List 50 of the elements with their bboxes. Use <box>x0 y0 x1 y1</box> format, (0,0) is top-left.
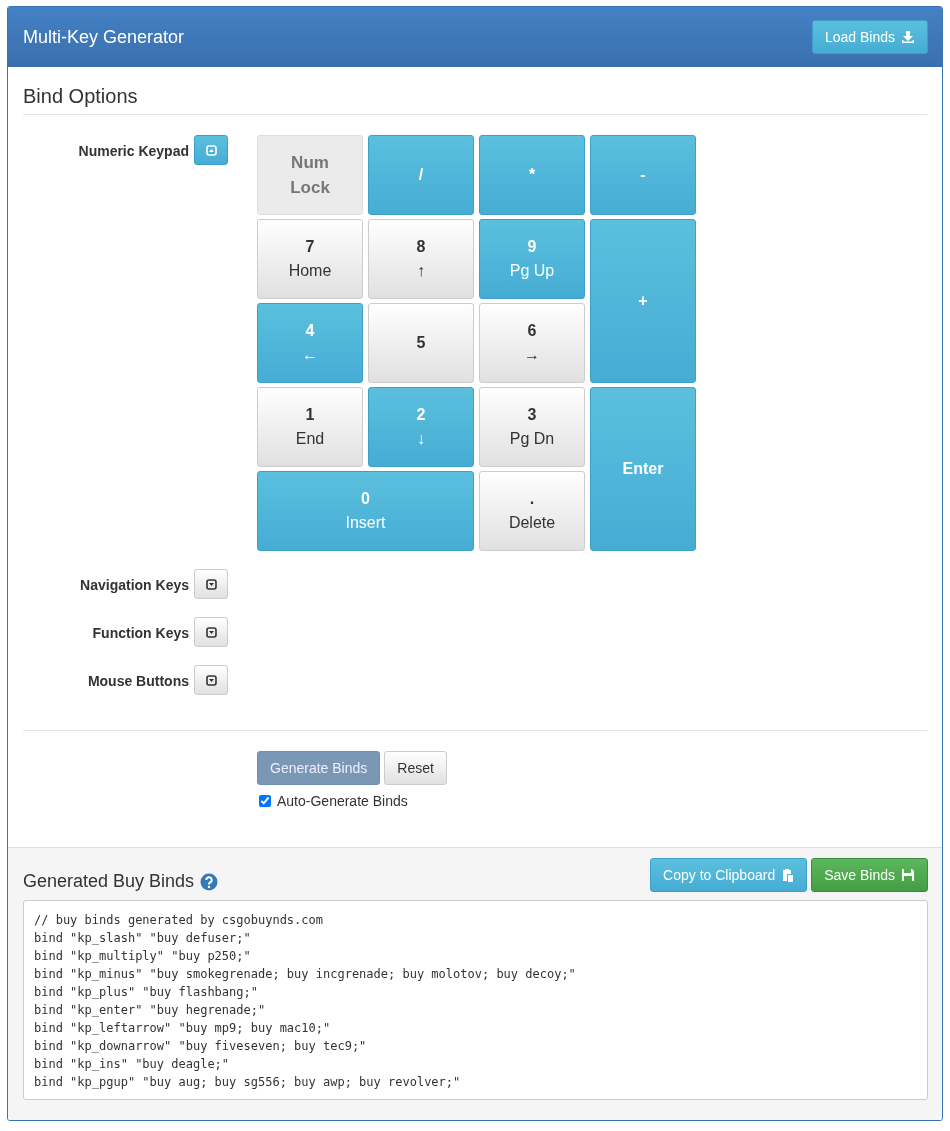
expand-icon <box>205 578 217 590</box>
keypad-key[interactable]: 6 → <box>479 303 585 383</box>
keypad-key[interactable]: + <box>590 219 696 383</box>
keypad-key[interactable]: . Delete <box>479 471 585 551</box>
code-line: bind "kp_leftarrow" "buy mp9; buy mac10;" <box>34 1020 332 1037</box>
code-line: bind "kp_slash" "buy defuser;" <box>34 930 252 947</box>
keypad-key[interactable]: 4 ← <box>257 303 363 383</box>
collapse-icon <box>205 144 217 156</box>
reset-button[interactable]: Reset <box>384 751 447 785</box>
keypad-key[interactable]: * <box>479 135 585 215</box>
code-line: bind "kp_enter" "buy hegrenade;" <box>34 1002 267 1019</box>
keypad-key[interactable]: - <box>590 135 696 215</box>
keypad-key[interactable]: 1 End <box>257 387 363 467</box>
clipboard-icon <box>781 868 795 882</box>
keypad-key[interactable]: 5 <box>368 303 474 383</box>
expand-icon <box>205 626 217 638</box>
help-icon[interactable] <box>200 872 219 891</box>
code-line: bind "kp_downarrow" "buy fiveseven; buy tec9;" <box>34 1038 368 1055</box>
section-label: Navigation Keys <box>80 577 189 593</box>
code-line: bind "kp_ins" "buy deagle;" <box>34 1056 231 1073</box>
section-label: Numeric Keypad <box>78 143 189 159</box>
section-title: Generated Buy Binds <box>23 871 195 892</box>
keypad-key[interactable]: / <box>368 135 474 215</box>
code-line: // buy binds generated by csgobuynds.com <box>34 912 324 929</box>
toggle-button[interactable] <box>194 665 228 695</box>
code-line: bind "kp_multiply" "buy p250;" <box>34 948 252 965</box>
expand-icon <box>205 674 217 686</box>
code-line: bind "kp_plus" "buy flashbang;" <box>34 984 259 1001</box>
code-line: bind "kp_pgup" "buy aug; buy sg556; buy awp; buy revolver;" <box>34 1074 462 1091</box>
load-binds-button[interactable]: Load Binds <box>811 20 928 54</box>
toggle-button[interactable] <box>194 135 228 165</box>
keypad-key[interactable]: 0 Insert <box>257 471 474 551</box>
download-icon <box>901 30 915 44</box>
code-line: bind "kp_minus" "buy smokegrenade; buy incgrenade; buy molotov; buy decoy;" <box>34 966 577 983</box>
section-label: Mouse Buttons <box>87 673 189 689</box>
save-binds-button[interactable]: Save Binds <box>811 858 928 892</box>
keypad-key[interactable]: 9 Pg Up <box>479 219 585 299</box>
checkbox-label: Auto-Generate Binds <box>277 793 408 809</box>
toggle-button[interactable] <box>194 569 228 599</box>
keypad-key[interactable]: 3 Pg Dn <box>479 387 585 467</box>
keypad-key[interactable]: 8 ↑ <box>368 219 474 299</box>
section-label: Function Keys <box>92 625 189 641</box>
checkbox[interactable] <box>259 795 271 807</box>
page-title: Multi-Key Generator <box>23 26 185 48</box>
toggle-button[interactable] <box>194 617 228 647</box>
keypad-key[interactable]: Enter <box>590 387 696 551</box>
keypad-key[interactable]: 7 Home <box>257 219 363 299</box>
keypad-key[interactable]: 2 ↓ <box>368 387 474 467</box>
copy-to-clipboard-button[interactable]: Copy to Clipboard <box>650 858 808 892</box>
section-title: Bind Options <box>23 85 927 115</box>
